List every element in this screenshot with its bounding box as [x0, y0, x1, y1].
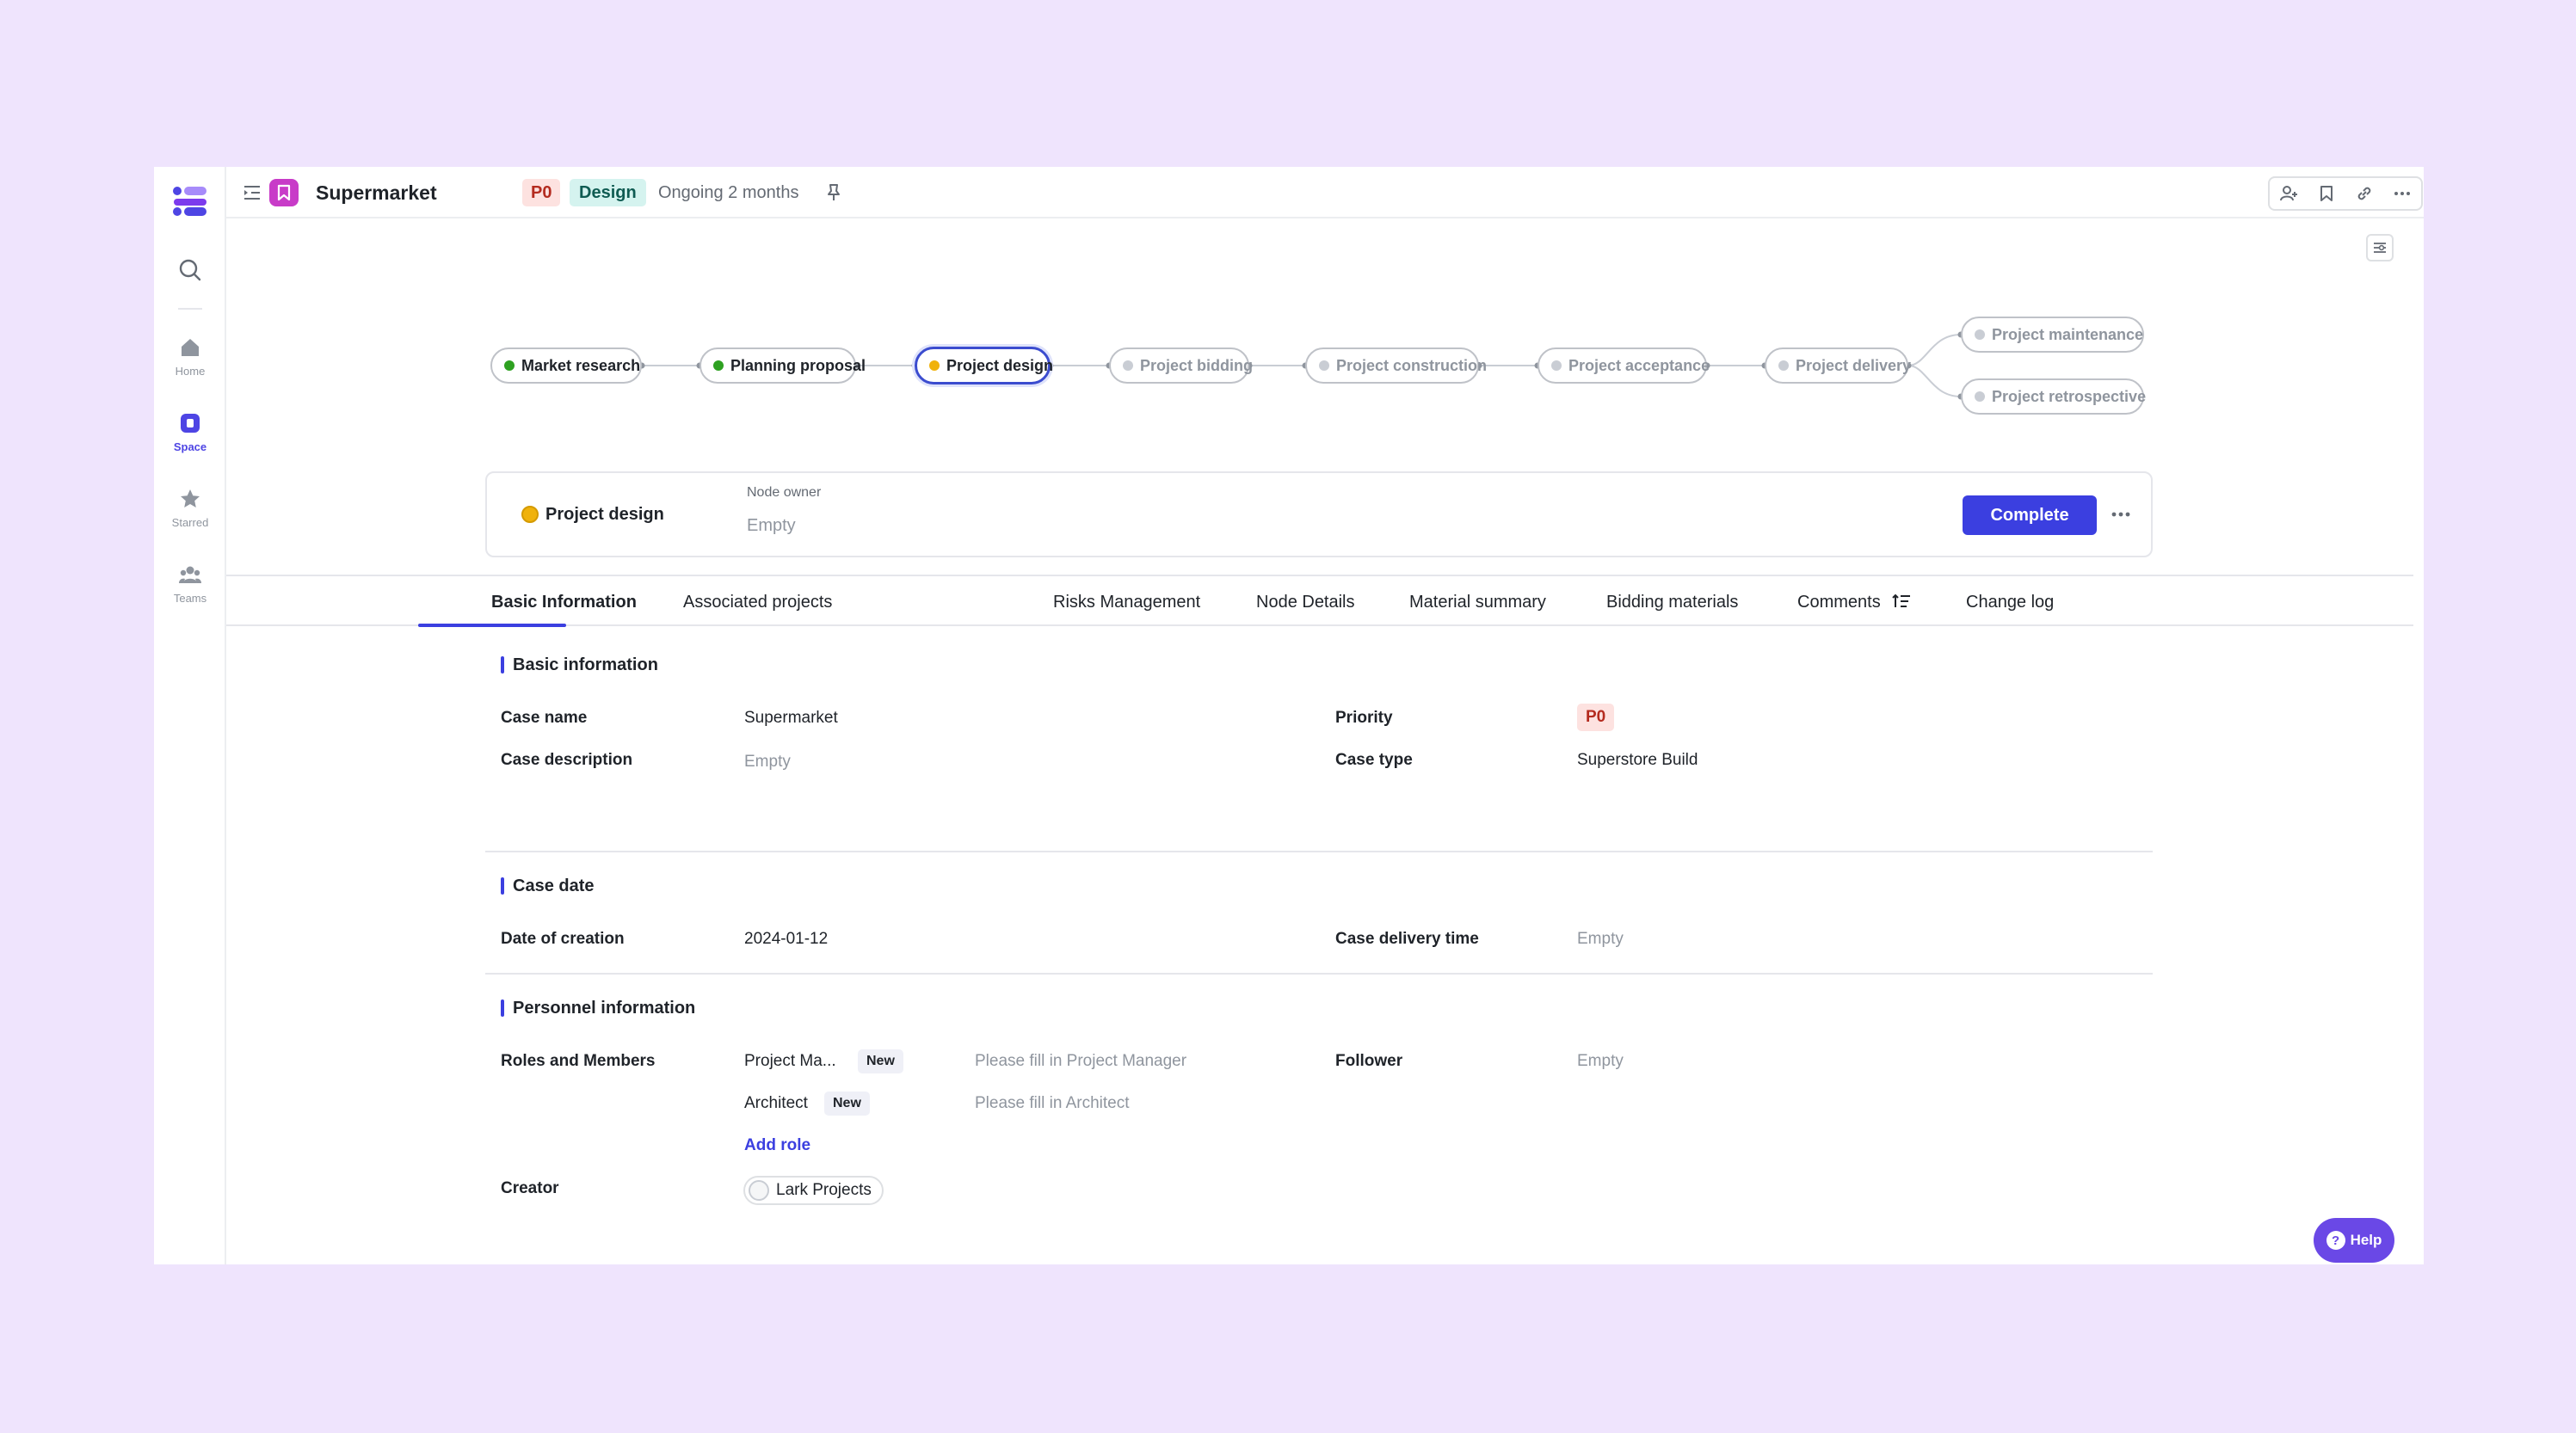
current-node-card: Project design Node owner Empty Complete: [485, 471, 2153, 557]
case-name-label: Case name: [501, 709, 588, 727]
node-label: Project maintenance: [1992, 325, 2144, 343]
tab-associated-projects[interactable]: Associated projects: [683, 590, 832, 614]
status-dot: [1975, 391, 1985, 402]
workflow-node-planning-proposal[interactable]: Planning proposal: [699, 347, 866, 384]
roles-and-members-label: Roles and Members: [501, 1052, 656, 1070]
node-owner-label: Node owner: [747, 485, 822, 500]
node-label: Market research: [521, 356, 641, 374]
status-dot: [504, 360, 515, 371]
active-tab-indicator: [418, 624, 566, 627]
date-of-creation-label: Date of creation: [501, 930, 625, 948]
status-dot: [1123, 360, 1133, 371]
section-divider: [485, 851, 2153, 852]
detail-tabs: Basic Information Associated projects Ri…: [226, 575, 2413, 627]
workflow-node-project-maintenance[interactable]: Project maintenance: [1961, 317, 2144, 353]
case-delivery-time-value[interactable]: Empty: [1577, 928, 1624, 950]
node-label: Planning proposal: [730, 356, 866, 374]
tab-comments[interactable]: Comments: [1797, 590, 1911, 614]
case-type-value[interactable]: Superstore Build: [1577, 749, 1698, 772]
status-dot: [713, 360, 724, 371]
status-dot: [1778, 360, 1789, 371]
node-label: Project bidding: [1140, 356, 1254, 374]
date-of-creation-value[interactable]: 2024-01-12: [744, 928, 828, 950]
node-label: Project design: [946, 356, 1054, 374]
status-dot: [1551, 360, 1562, 371]
help-button[interactable]: ? Help: [2314, 1218, 2394, 1263]
nav-item-label: Teams: [173, 592, 207, 605]
creator-chip[interactable]: Lark Projects: [743, 1176, 884, 1205]
workflow-node-project-construction[interactable]: Project construction: [1305, 347, 1487, 384]
nav-item-starred[interactable]: Starred: [154, 487, 226, 529]
workflow-node-project-delivery[interactable]: Project delivery: [1765, 347, 1912, 384]
tab-basic-information[interactable]: Basic Information: [491, 590, 637, 614]
current-node-name: Project design: [545, 505, 664, 524]
tab-risks-management[interactable]: Risks Management: [1053, 590, 1200, 614]
tab-bidding-materials[interactable]: Bidding materials: [1606, 590, 1738, 614]
role-name-project-manager: Project Ma...: [744, 1052, 836, 1070]
help-icon: ?: [2326, 1231, 2345, 1250]
node-status-dot: [521, 506, 539, 523]
nav-item-label: Space: [173, 440, 207, 453]
case-delivery-time-label: Case delivery time: [1335, 930, 1479, 948]
workflow-node-project-retrospective[interactable]: Project retrospective: [1961, 378, 2147, 415]
tab-material-summary[interactable]: Material summary: [1409, 590, 1546, 614]
project-manager-input[interactable]: Please fill in Project Manager: [975, 1050, 1186, 1073]
status-dot: [1975, 329, 1985, 340]
app-window: Home Space Starred Teams Supermarket P0 …: [154, 167, 2424, 1264]
node-label: Project retrospective: [1992, 387, 2147, 405]
complete-button[interactable]: Complete: [1963, 495, 2097, 535]
node-label: Project construction: [1336, 356, 1488, 374]
new-badge: New: [858, 1049, 903, 1073]
workflow-node-project-design[interactable]: Project design: [915, 347, 1054, 384]
star-icon: [181, 489, 200, 507]
nav-item-teams[interactable]: Teams: [154, 563, 226, 605]
workflow-node-project-acceptance[interactable]: Project acceptance: [1538, 347, 1710, 384]
case-name-value[interactable]: Supermarket: [744, 707, 838, 729]
teams-icon: [179, 566, 201, 583]
case-description-value[interactable]: Empty: [744, 751, 791, 773]
help-label: Help: [2350, 1232, 2382, 1248]
follower-label: Follower: [1335, 1052, 1403, 1070]
workflow-node-project-bidding[interactable]: Project bidding: [1109, 347, 1253, 384]
creator-label: Creator: [501, 1179, 559, 1197]
node-label: Project acceptance: [1568, 356, 1710, 374]
new-badge: New: [824, 1092, 870, 1116]
more-icon[interactable]: [2109, 504, 2133, 525]
case-type-label: Case type: [1335, 751, 1413, 769]
workflow-diagram: Market research Planning proposal Projec…: [154, 167, 2424, 442]
follower-value[interactable]: Empty: [1577, 1050, 1624, 1073]
tab-change-log[interactable]: Change log: [1966, 590, 2054, 614]
creator-name: Lark Projects: [776, 1181, 872, 1199]
section-divider: [485, 973, 2153, 975]
priority-label: Priority: [1335, 709, 1393, 727]
priority-value-badge[interactable]: P0: [1577, 704, 1615, 731]
node-label: Project delivery: [1796, 356, 1912, 374]
node-owner-field[interactable]: Empty: [747, 516, 796, 536]
sort-icon[interactable]: [1892, 593, 1911, 610]
case-description-label: Case description: [501, 751, 633, 769]
role-name-architect: Architect: [744, 1094, 808, 1112]
tab-node-details[interactable]: Node Details: [1256, 590, 1355, 614]
workflow-node-market-research[interactable]: Market research: [490, 347, 642, 384]
section-title-case-date: Case date: [501, 875, 595, 897]
status-dot: [929, 360, 940, 371]
avatar: [749, 1180, 769, 1201]
nav-item-label: Starred: [171, 516, 209, 529]
section-title-basic-information: Basic information: [501, 654, 658, 676]
section-title-personnel-information: Personnel information: [501, 997, 695, 1019]
status-dot: [1319, 360, 1329, 371]
tab-comments-label: Comments: [1797, 593, 1881, 612]
add-role-button[interactable]: Add role: [744, 1135, 810, 1157]
architect-input[interactable]: Please fill in Architect: [975, 1092, 1130, 1115]
